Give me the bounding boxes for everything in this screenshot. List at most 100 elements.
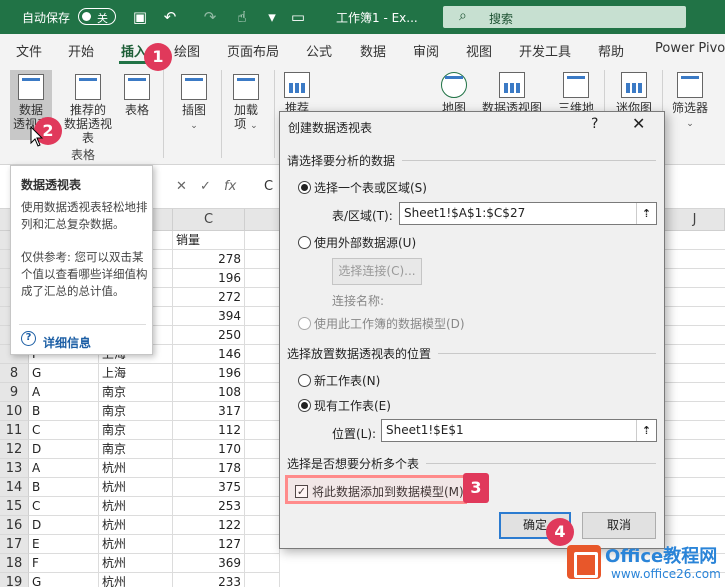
cell[interactable] <box>665 440 725 459</box>
row-number[interactable]: 19 <box>0 573 29 587</box>
cell-product[interactable]: B <box>29 402 99 421</box>
cell-sales[interactable]: 170 <box>173 440 245 459</box>
cell-sales[interactable]: 196 <box>173 364 245 383</box>
collapse-dialog-icon[interactable]: ⇡ <box>636 203 656 224</box>
cell-city[interactable]: 杭州 <box>99 554 173 573</box>
cell[interactable] <box>665 231 725 250</box>
tab-developer[interactable]: 开发工具 <box>519 41 571 60</box>
cell[interactable] <box>245 421 280 440</box>
cell[interactable] <box>245 250 280 269</box>
cell[interactable] <box>665 250 725 269</box>
cell[interactable] <box>665 497 725 516</box>
cell-product[interactable]: D <box>29 516 99 535</box>
row-number[interactable]: 13 <box>0 459 29 478</box>
cell-city[interactable]: 上海 <box>99 364 173 383</box>
cell-product[interactable]: C <box>29 497 99 516</box>
open-folder-icon[interactable]: ▭ <box>288 7 308 27</box>
cell[interactable] <box>665 326 725 345</box>
illustrations-button[interactable]: 插图 ⌄ <box>176 74 212 133</box>
sparkline-button[interactable]: 迷你图 <box>612 72 656 115</box>
cell[interactable] <box>665 288 725 307</box>
cell-sales[interactable]: 272 <box>173 288 245 307</box>
row-number[interactable]: 9 <box>0 383 29 402</box>
cell[interactable] <box>665 364 725 383</box>
cell[interactable] <box>245 497 280 516</box>
save-icon[interactable]: ▣ <box>130 7 150 27</box>
cell[interactable] <box>665 345 725 364</box>
cell[interactable] <box>245 440 280 459</box>
row-number[interactable]: 16 <box>0 516 29 535</box>
tooltip-more-link[interactable]: 详细信息 <box>43 334 91 351</box>
maps-button[interactable]: 地图 <box>436 72 472 115</box>
dialog-close-button[interactable]: ✕ <box>632 114 645 133</box>
cell-product[interactable]: F <box>29 554 99 573</box>
row-number[interactable]: 10 <box>0 402 29 421</box>
row-number[interactable]: 12 <box>0 440 29 459</box>
cell-city[interactable]: 杭州 <box>99 459 173 478</box>
cell-sales[interactable]: 250 <box>173 326 245 345</box>
column-header-c[interactable]: C <box>173 209 245 231</box>
filter-button[interactable]: 筛选器 ⌄ <box>668 72 712 131</box>
cell-sales[interactable]: 369 <box>173 554 245 573</box>
tab-formulas[interactable]: 公式 <box>306 41 332 60</box>
column-header-j[interactable]: J <box>665 209 725 231</box>
radio-existing-worksheet[interactable] <box>298 399 311 412</box>
cell[interactable] <box>245 402 280 421</box>
insert-function-icon[interactable]: fx <box>224 179 236 194</box>
cell-product[interactable]: D <box>29 440 99 459</box>
row-number[interactable]: 11 <box>0 421 29 440</box>
touch-mode-icon[interactable]: ☝ <box>232 7 252 27</box>
tab-page-layout[interactable]: 页面布局 <box>227 41 279 60</box>
customize-qat-icon[interactable]: ▾ <box>262 7 282 27</box>
cell[interactable] <box>665 307 725 326</box>
cell-city[interactable]: 南京 <box>99 440 173 459</box>
location-input[interactable]: Sheet1!$E$1 ⇡ <box>381 419 657 442</box>
cell[interactable] <box>245 307 280 326</box>
dialog-help-button[interactable]: ? <box>591 116 598 132</box>
cell[interactable] <box>245 516 280 535</box>
cell[interactable] <box>245 535 280 554</box>
cell-product[interactable]: E <box>29 535 99 554</box>
radio-select-table[interactable] <box>298 181 311 194</box>
cell[interactable] <box>245 478 280 497</box>
cell-city[interactable]: 南京 <box>99 402 173 421</box>
cell-sales[interactable]: 253 <box>173 497 245 516</box>
row-number[interactable]: 14 <box>0 478 29 497</box>
cancel-button[interactable]: 取消 <box>582 512 656 539</box>
addins-button[interactable]: 加载 项 ⌄ <box>228 74 264 133</box>
range-input[interactable]: Sheet1!$A$1:$C$27 ⇡ <box>399 202 657 225</box>
cell[interactable] <box>245 364 280 383</box>
cell-product[interactable]: G <box>29 573 99 587</box>
cancel-formula-icon[interactable]: ✕ <box>176 179 187 194</box>
tab-file[interactable]: 文件 <box>16 41 42 60</box>
radio-new-worksheet[interactable] <box>298 374 311 387</box>
autosave-toggle[interactable]: 关 <box>78 8 116 25</box>
enter-formula-icon[interactable]: ✓ <box>200 179 211 194</box>
cell-sales[interactable]: 196 <box>173 269 245 288</box>
cell-product[interactable]: C <box>29 421 99 440</box>
cell-product[interactable]: G <box>29 364 99 383</box>
undo-icon[interactable]: ↶ <box>160 7 180 27</box>
cell[interactable] <box>245 383 280 402</box>
table-button[interactable]: 表格 <box>120 74 154 117</box>
cell-sales[interactable]: 112 <box>173 421 245 440</box>
pivot-chart-button[interactable]: 数据透视图 <box>476 72 548 115</box>
column-header-d[interactable] <box>245 209 280 231</box>
cell[interactable] <box>245 345 280 364</box>
cell-city[interactable]: 南京 <box>99 383 173 402</box>
cell[interactable] <box>665 516 725 535</box>
cell[interactable] <box>665 478 725 497</box>
row-number[interactable]: 8 <box>0 364 29 383</box>
cell[interactable] <box>665 383 725 402</box>
tab-view[interactable]: 视图 <box>466 41 492 60</box>
cell[interactable] <box>665 269 725 288</box>
cell[interactable] <box>245 288 280 307</box>
cell-product[interactable]: B <box>29 478 99 497</box>
cell-city[interactable]: 杭州 <box>99 573 173 587</box>
cell[interactable] <box>245 573 280 587</box>
radio-data-model[interactable] <box>298 317 311 330</box>
tab-home[interactable]: 开始 <box>68 41 94 60</box>
cell-city[interactable]: 杭州 <box>99 516 173 535</box>
tab-draw[interactable]: 绘图 <box>174 41 200 60</box>
cell[interactable] <box>665 402 725 421</box>
